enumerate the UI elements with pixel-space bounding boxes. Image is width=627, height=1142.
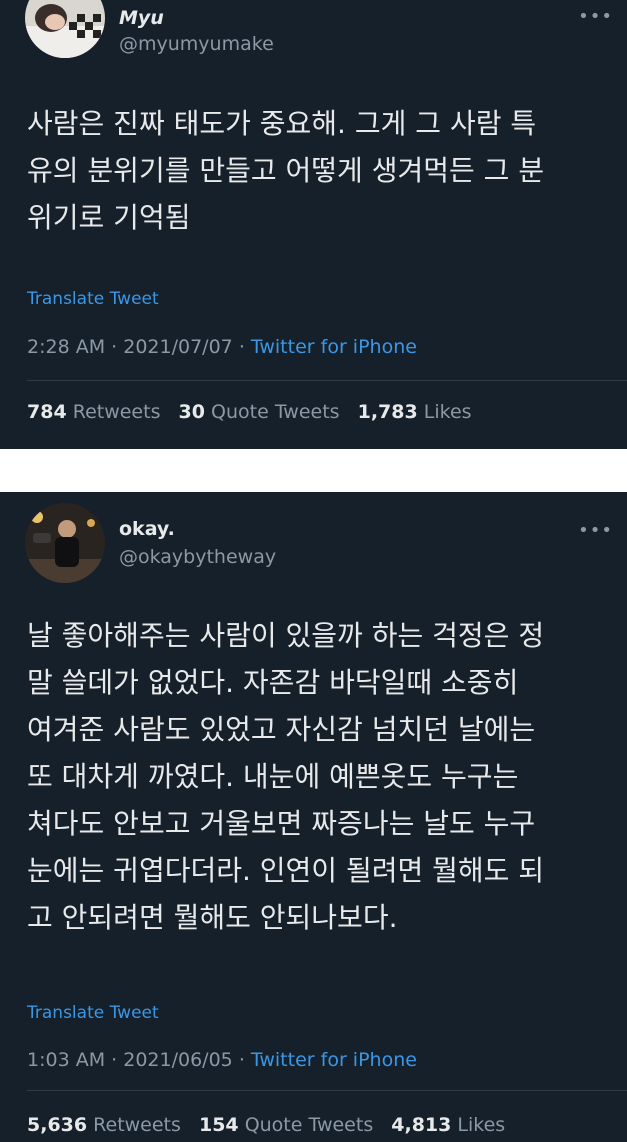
tweet-text: 사람은 진짜 태도가 중요해. 그게 그 사람 특 유의 분위기를 만들고 어떻… bbox=[27, 107, 545, 234]
user-handle[interactable]: @myumyumake bbox=[119, 33, 274, 55]
translate-tweet-link[interactable]: Translate Tweet bbox=[27, 289, 159, 309]
divider bbox=[27, 1090, 627, 1091]
meta-separator: · bbox=[238, 1049, 251, 1071]
meta-separator: · bbox=[111, 1049, 124, 1071]
quote-tweets-stat[interactable]: 154 Quote Tweets bbox=[199, 1114, 373, 1136]
avatar[interactable] bbox=[25, 0, 105, 58]
tweet-card: okay. @okaybytheway ••• 날 좋아해주는 사람이 있을까 … bbox=[0, 492, 627, 1142]
display-name[interactable]: Myu bbox=[119, 7, 164, 29]
tweet-timestamp: 2:28 AM · 2021/07/07 · Twitter for iPhon… bbox=[27, 336, 417, 358]
quote-tweets-stat[interactable]: 30 Quote Tweets bbox=[179, 401, 340, 423]
likes-stat[interactable]: 1,783 Likes bbox=[358, 401, 472, 423]
retweets-stat[interactable]: 784 Retweets bbox=[27, 401, 160, 423]
tweet-source-link[interactable]: Twitter for iPhone bbox=[251, 336, 417, 358]
display-name[interactable]: okay. bbox=[119, 518, 175, 540]
tweet-date[interactable]: 2021/07/07 bbox=[123, 336, 233, 358]
user-handle[interactable]: @okaybytheway bbox=[119, 546, 276, 568]
more-horizontal-icon[interactable]: ••• bbox=[578, 522, 613, 540]
avatar-image bbox=[25, 0, 105, 58]
avatar[interactable] bbox=[25, 503, 105, 583]
tweet-stats: 5,636 Retweets 154 Quote Tweets 4,813 Li… bbox=[27, 1114, 517, 1136]
retweets-stat[interactable]: 5,636 Retweets bbox=[27, 1114, 181, 1136]
tweet-time[interactable]: 1:03 AM bbox=[27, 1049, 105, 1071]
meta-separator: · bbox=[111, 336, 124, 358]
translate-tweet-link[interactable]: Translate Tweet bbox=[27, 1003, 159, 1023]
tweet-time[interactable]: 2:28 AM bbox=[27, 336, 105, 358]
meta-separator: · bbox=[238, 336, 251, 358]
tweet-source-link[interactable]: Twitter for iPhone bbox=[251, 1049, 417, 1071]
tweet-card: Myu @myumyumake ••• 사람은 진짜 태도가 중요해. 그게 그… bbox=[0, 0, 627, 449]
tweet-date[interactable]: 2021/06/05 bbox=[123, 1049, 233, 1071]
tweet-stats: 784 Retweets 30 Quote Tweets 1,783 Likes bbox=[27, 401, 484, 423]
likes-stat[interactable]: 4,813 Likes bbox=[391, 1114, 505, 1136]
avatar-image bbox=[25, 503, 105, 583]
more-horizontal-icon[interactable]: ••• bbox=[578, 8, 613, 26]
tweet-timestamp: 1:03 AM · 2021/06/05 · Twitter for iPhon… bbox=[27, 1049, 417, 1071]
divider bbox=[27, 380, 627, 381]
tweet-text: 날 좋아해주는 사람이 있을까 하는 걱정은 정 말 쓸데가 없었다. 자존감 … bbox=[27, 619, 545, 934]
